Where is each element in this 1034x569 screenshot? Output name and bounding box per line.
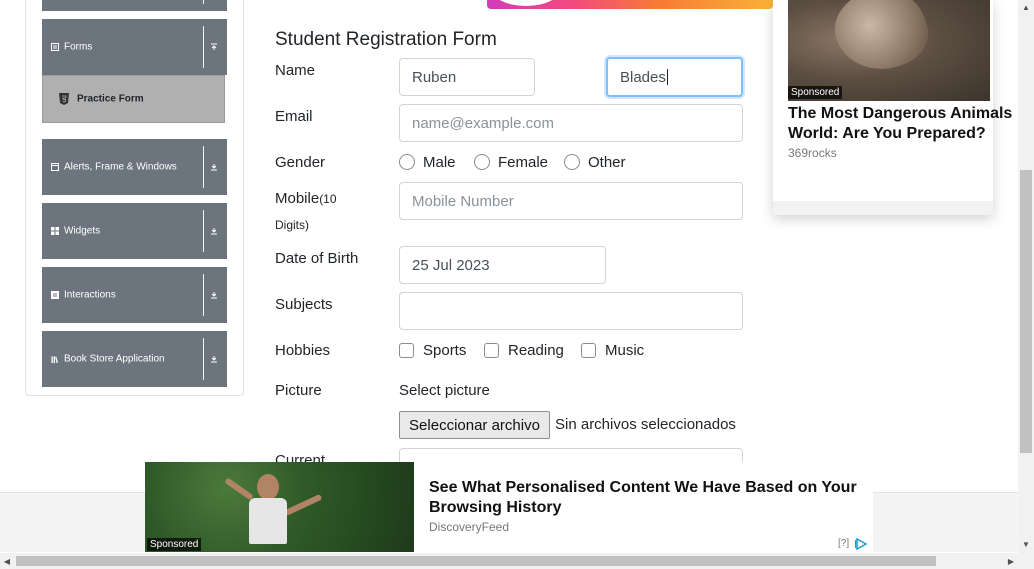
- ad-source: 369rocks: [788, 146, 837, 160]
- chevron-down-icon: [208, 161, 220, 173]
- picture-prompt: Select picture: [399, 382, 490, 399]
- ad-info-link[interactable]: [?]: [838, 538, 849, 549]
- gender-label: Gender: [275, 154, 326, 171]
- name-label: Name: [275, 62, 316, 79]
- hobby-reading-label[interactable]: Reading: [508, 342, 564, 359]
- gender-other-label[interactable]: Other: [588, 154, 626, 171]
- page-title: Student Registration Form: [275, 29, 497, 50]
- chevron-down-icon: [208, 225, 220, 237]
- interactions-icon: [51, 291, 59, 299]
- sidebar-group-alerts[interactable]: Alerts, Frame & Windows: [42, 139, 227, 195]
- email-placeholder: name@example.com: [412, 114, 554, 132]
- dob-label: Date of Birth: [275, 250, 359, 267]
- sidebar-group-label: Book Store Application: [64, 353, 165, 365]
- ad-footer-strip: [773, 201, 993, 215]
- hobby-music-label[interactable]: Music: [605, 342, 644, 359]
- sidebar-group-elements[interactable]: [42, 0, 227, 11]
- separator: [203, 146, 204, 188]
- sidebar-item-label: Practice Form: [77, 93, 144, 105]
- separator: [203, 0, 204, 4]
- first-name-value: Ruben: [412, 68, 457, 86]
- email-label: Email: [275, 108, 313, 125]
- gender-female-radio[interactable]: [474, 154, 490, 170]
- top-banner-ad[interactable]: followers: [487, 0, 773, 9]
- ad-person-arm: [224, 477, 254, 501]
- hobby-sports-label[interactable]: Sports: [423, 342, 466, 359]
- sponsored-badge: Sponsored: [147, 538, 202, 551]
- ad-source: DiscoveryFeed: [429, 520, 510, 534]
- html5-icon: [59, 93, 69, 105]
- mobile-label-suffix-2: Digits): [275, 218, 310, 232]
- scroll-down-icon[interactable]: ▼: [1018, 537, 1034, 551]
- picture-label: Picture: [275, 382, 322, 399]
- dob-input[interactable]: 25 Jul 2023: [399, 246, 606, 284]
- ad-person-head: [257, 474, 279, 500]
- email-input[interactable]: name@example.com: [399, 104, 743, 142]
- vertical-scrollbar-thumb[interactable]: [1020, 170, 1032, 453]
- chevron-down-icon: [208, 289, 220, 301]
- sidebar-group-label: Widgets: [64, 225, 101, 237]
- dob-value: 25 Jul 2023: [412, 256, 490, 274]
- separator: [203, 338, 204, 380]
- separator: [203, 274, 204, 316]
- gender-other-radio[interactable]: [564, 154, 580, 170]
- gender-male-label[interactable]: Male: [423, 154, 456, 171]
- first-name-input[interactable]: Ruben: [399, 58, 535, 96]
- subjects-input[interactable]: [399, 292, 743, 330]
- instagram-logo-icon: [491, 0, 561, 6]
- horizontal-scrollbar-thumb[interactable]: [16, 556, 936, 566]
- widgets-icon: [51, 227, 59, 235]
- ad-headline[interactable]: See What Personalised Content We Have Ba…: [429, 478, 869, 518]
- mobile-input[interactable]: Mobile Number: [399, 182, 743, 220]
- separator: [203, 26, 204, 68]
- hobby-reading-checkbox[interactable]: [484, 343, 499, 358]
- adchoices-icon[interactable]: [855, 537, 869, 551]
- chevron-up-icon: [208, 41, 220, 53]
- sidebar-group-widgets[interactable]: Widgets: [42, 203, 227, 259]
- hobby-sports-checkbox[interactable]: [399, 343, 414, 358]
- mobile-placeholder: Mobile Number: [412, 192, 514, 210]
- choose-file-button[interactable]: Seleccionar archivo: [399, 411, 550, 439]
- mobile-label-text: Mobile: [275, 190, 320, 207]
- last-name-value: Blades: [620, 68, 666, 86]
- sidebar-group-label: Interactions: [64, 289, 116, 301]
- hobbies-label: Hobbies: [275, 342, 331, 359]
- sidebar-group-forms[interactable]: Forms: [42, 19, 227, 75]
- separator: [203, 210, 204, 252]
- window-icon: [51, 163, 59, 171]
- sidebar-ad[interactable]: Sponsored The Most Dangerous Animals Wor…: [773, 0, 1012, 215]
- mobile-label-suffix: (10: [319, 192, 337, 206]
- text-caret: [666, 69, 668, 85]
- gender-male-radio[interactable]: [399, 154, 415, 170]
- scroll-left-icon[interactable]: ◀: [0, 553, 14, 569]
- form-icon: [51, 43, 59, 51]
- scroll-up-icon[interactable]: ▲: [1018, 0, 1034, 14]
- scroll-right-icon[interactable]: ▶: [1004, 553, 1018, 569]
- file-status-text: Sin archivos seleccionados: [555, 416, 736, 433]
- sidebar-group-interactions[interactable]: Interactions: [42, 267, 227, 323]
- subjects-label: Subjects: [275, 296, 333, 313]
- sidebar-group-book-store[interactable]: Book Store Application: [42, 331, 227, 387]
- hobby-music-checkbox[interactable]: [581, 343, 596, 358]
- ad-person-body: [249, 498, 287, 544]
- last-name-input[interactable]: Blades: [606, 57, 743, 97]
- book-icon: [51, 355, 59, 363]
- ad-headline[interactable]: The Most Dangerous Animals World: Are Yo…: [788, 104, 1018, 144]
- gender-female-label[interactable]: Female: [498, 154, 548, 171]
- sidebar-group-label: Forms: [64, 41, 93, 53]
- sidebar-item-practice-form[interactable]: Practice Form: [42, 75, 225, 123]
- chevron-down-icon: [208, 353, 220, 365]
- ad-creature-image: [825, 0, 937, 83]
- mobile-label: Mobile(10 Digits): [275, 186, 337, 238]
- ad-person-arm: [283, 493, 323, 517]
- sponsored-badge: Sponsored: [788, 86, 843, 99]
- sidebar-group-label: Alerts, Frame & Windows: [64, 161, 177, 173]
- bottom-banner-ad[interactable]: Sponsored See What Personalised Content …: [145, 462, 873, 552]
